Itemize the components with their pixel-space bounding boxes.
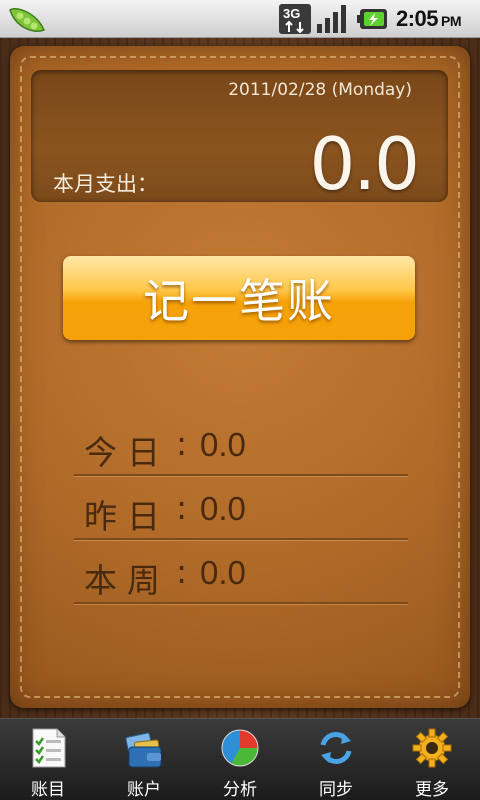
stat-label-yesterday: 昨日 [84,497,170,536]
tab-label-more: 更多 [415,780,449,800]
network-3g-icon: 3G [279,4,311,34]
tab-more[interactable]: 更多 [384,719,480,800]
list-icon [32,728,66,768]
stat-value-week: 0.0 [200,554,246,591]
clock-ampm: PM [441,13,462,29]
bottom-tab-bar: 账目 账户 分析 同步 更多 [0,718,480,800]
status-bar: 3G 2:05 PM [0,0,480,38]
month-expense-value: 0.0 [309,122,420,206]
stat-colon: : [176,488,188,527]
clock-time: 2:05 [396,6,439,31]
svg-text:3G: 3G [283,6,300,21]
stat-colon: : [176,424,188,463]
pie-chart-icon [221,729,259,767]
battery-charging-icon [357,9,387,29]
stat-row-week: 本周 : 0.0 [74,548,408,604]
record-expense-button[interactable]: 记一笔账 [63,256,415,340]
tab-label-accounts: 账户 [127,780,161,800]
tab-entries[interactable]: 账目 [0,719,96,800]
status-clock: 2:05 PM [396,6,462,32]
stat-colon: : [176,552,188,591]
wallet-icon [125,732,162,768]
stat-label-week: 本周 [84,561,170,600]
tab-analysis[interactable]: 分析 [192,719,288,800]
stat-value-yesterday: 0.0 [200,490,246,527]
gear-icon [412,728,452,768]
month-expense-label: 本月支出： [53,172,158,196]
pea-pod-icon [9,8,46,32]
tab-sync[interactable]: 同步 [288,719,384,800]
tab-label-analysis: 分析 [223,780,257,800]
tab-label-entries: 账目 [31,780,65,800]
tab-accounts[interactable]: 账户 [96,719,192,800]
tab-label-sync: 同步 [319,780,353,800]
current-date: 2011/02/28 (Monday) [228,80,412,100]
stat-label-today: 今日 [84,433,170,472]
monthly-summary-box: 2011/02/28 (Monday) 本月支出： 0.0 [31,70,448,206]
signal-strength-icon [317,5,346,33]
stat-row-today: 今日 : 0.0 [74,420,408,476]
stat-value-today: 0.0 [200,426,246,463]
sync-icon [320,732,352,764]
stat-row-yesterday: 昨日 : 0.0 [74,484,408,540]
